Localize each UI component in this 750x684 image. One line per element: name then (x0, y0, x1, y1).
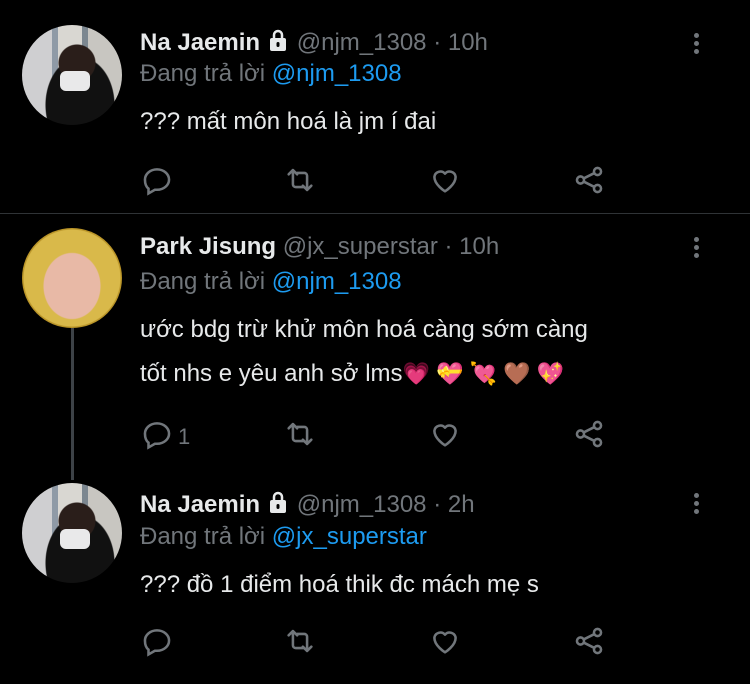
like-button[interactable] (428, 624, 462, 664)
reply-icon (140, 624, 174, 664)
more-icon[interactable] (686, 234, 706, 264)
replying-to: Đang trả lời @njm_1308 (140, 268, 402, 296)
tweet-text-line: ước bdg trừ khử môn hoá càng sớm càng (140, 316, 588, 343)
tweet-header: Na Jaemin @njm_1308 · 10h (140, 28, 488, 59)
retweet-icon (283, 624, 317, 664)
more-icon[interactable] (686, 30, 706, 60)
retweet-button[interactable] (283, 624, 317, 664)
retweet-icon (283, 417, 317, 457)
like-icon (428, 624, 462, 664)
timestamp[interactable]: 10h (448, 29, 488, 56)
user-handle[interactable]: @njm_1308 (297, 29, 427, 56)
like-button[interactable] (428, 417, 462, 457)
lock-icon (266, 490, 290, 521)
replying-to: Đang trả lời @njm_1308 (140, 60, 402, 88)
share-button[interactable] (572, 163, 606, 203)
replying-prefix: Đang trả lời (140, 268, 266, 295)
reply-button[interactable] (140, 163, 174, 203)
reply-icon (140, 417, 174, 457)
reply-button[interactable] (140, 624, 174, 664)
replying-prefix: Đang trả lời (140, 60, 266, 87)
like-icon (428, 163, 462, 203)
tweet-text-line-2: tốt nhs e yêu anh sở lms (140, 360, 403, 387)
action-bar: 1 (140, 417, 620, 451)
reply-icon (140, 163, 174, 203)
emoji-row: 💗 💝 💘 🤎 💖 (402, 361, 564, 386)
display-name[interactable]: Na Jaemin (140, 29, 260, 56)
mention-link[interactable]: @njm_1308 (272, 268, 402, 295)
replying-to: Đang trả lời @jx_superstar (140, 523, 427, 551)
display-name[interactable]: Na Jaemin (140, 491, 260, 518)
user-handle[interactable]: @njm_1308 (297, 491, 427, 518)
display-name[interactable]: Park Jisung (140, 233, 276, 260)
action-bar (140, 624, 620, 658)
action-bar (140, 163, 620, 197)
tweet-text-line: tốt nhs e yêu anh sở lms💗 💝 💘 🤎 💖 (140, 352, 720, 396)
avatar[interactable] (22, 25, 122, 125)
share-icon (572, 417, 606, 457)
tweet-text: ??? mất môn hoá là jm í đai (140, 108, 437, 135)
avatar[interactable] (22, 483, 122, 583)
share-icon (572, 624, 606, 664)
retweet-button[interactable] (283, 417, 317, 457)
timestamp[interactable]: 2h (448, 491, 475, 518)
retweet-icon (283, 163, 317, 203)
tweet-header: Park Jisung @jx_superstar · 10h (140, 233, 499, 261)
separator-dot: · (433, 29, 442, 56)
separator-dot: · (444, 233, 453, 260)
share-icon (572, 163, 606, 203)
tweet-text: ước bdg trừ khử môn hoá càng sớm càng tố… (140, 308, 720, 396)
share-button[interactable] (572, 417, 606, 457)
avatar[interactable] (22, 228, 122, 328)
more-icon[interactable] (686, 490, 706, 520)
lock-icon (266, 28, 290, 59)
share-button[interactable] (572, 624, 606, 664)
tweet-text: ??? đồ 1 điểm hoá thik đc mách mẹ s (140, 571, 539, 598)
replying-prefix: Đang trả lời (140, 523, 266, 550)
separator-dot: · (433, 491, 442, 518)
like-icon (428, 417, 462, 457)
mention-link[interactable]: @jx_superstar (272, 523, 427, 550)
reply-count: 1 (178, 424, 191, 449)
like-button[interactable] (428, 163, 462, 203)
divider (0, 213, 750, 214)
thread-line (71, 328, 74, 480)
retweet-button[interactable] (283, 163, 317, 203)
mention-link[interactable]: @njm_1308 (272, 60, 402, 87)
user-handle[interactable]: @jx_superstar (283, 233, 438, 260)
reply-button[interactable]: 1 (140, 417, 190, 457)
tweet-header: Na Jaemin @njm_1308 · 2h (140, 490, 475, 521)
timestamp[interactable]: 10h (459, 233, 499, 260)
